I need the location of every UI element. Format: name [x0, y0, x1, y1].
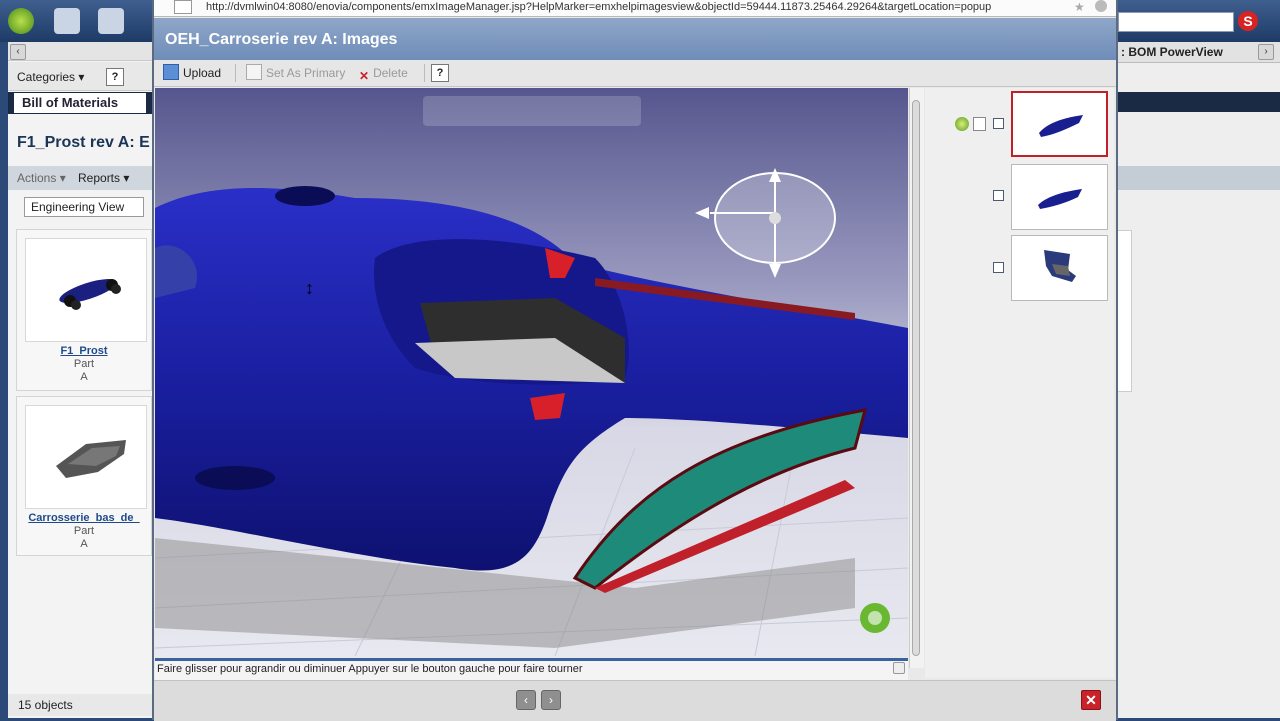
f1-body-top-view-icon: [1039, 115, 1083, 137]
app-logo-icon[interactable]: [8, 8, 34, 34]
scrollbar-thumb[interactable]: [912, 100, 920, 656]
page-title: F1_Prost rev A: E: [17, 134, 150, 151]
upload-button[interactable]: Upload: [163, 63, 221, 83]
set-as-primary-button[interactable]: Set As Primary: [246, 63, 345, 83]
delete-icon: ✕: [359, 69, 370, 83]
reports-menu[interactable]: Reports ▾: [78, 171, 129, 185]
part-thumbnail[interactable]: [25, 238, 147, 342]
part-revision: A: [80, 371, 88, 383]
add-image-icon[interactable]: [973, 117, 986, 131]
thumbnail-image[interactable]: [1011, 164, 1108, 230]
right-background-panel: [1116, 42, 1280, 718]
right-content-panel: [1116, 230, 1132, 392]
settings-icon[interactable]: [98, 8, 124, 34]
viewer-status-text: Faire glisser pour agrandir ou diminuer …: [157, 663, 583, 675]
url-text[interactable]: http://dvmlwin04:8080/enovia/components/…: [206, 1, 991, 13]
object-count: 15 objects: [8, 694, 154, 716]
previous-image-button[interactable]: ‹: [516, 690, 536, 710]
page-icon: [174, 0, 192, 14]
car-3d-model[interactable]: [155, 88, 908, 656]
forward-arrow-icon[interactable]: ›: [1258, 44, 1274, 60]
right-tab-row: [1116, 92, 1280, 112]
actions-menu[interactable]: Actions ▾: [17, 171, 66, 185]
next-image-button[interactable]: ›: [541, 690, 561, 710]
help-icon[interactable]: ?: [106, 68, 124, 86]
carrosserie-icon: [56, 440, 126, 478]
3d-viewer[interactable]: [155, 88, 908, 656]
toolbar-divider: [235, 64, 236, 82]
part-type: Part: [73, 525, 95, 537]
categories-menu[interactable]: Categories ▾: [17, 70, 84, 84]
delete-button[interactable]: ✕ Delete: [359, 63, 408, 83]
part-type: Part: [73, 358, 95, 370]
refresh-icon[interactable]: [1095, 0, 1107, 12]
thumbnail-checkbox[interactable]: [993, 262, 1004, 273]
part-name-link[interactable]: Carrosserie_bas_de_: [17, 512, 151, 524]
tools-icon[interactable]: [54, 8, 80, 34]
part-name-link[interactable]: F1_Prost: [17, 345, 151, 357]
resize-grip-icon[interactable]: [893, 662, 905, 674]
global-search-input[interactable]: [1118, 12, 1234, 32]
upload-icon: [163, 64, 179, 80]
toolbar-divider: [424, 64, 425, 82]
left-nav-bar: [8, 42, 154, 61]
help-icon[interactable]: ?: [431, 64, 449, 82]
thumbnail-checkbox[interactable]: [993, 118, 1004, 129]
f1-car-icon: [59, 279, 121, 310]
part-card[interactable]: F1_Prost Part A: [16, 229, 152, 391]
f1-body-side-view-icon: [1038, 189, 1082, 209]
primary-image-icon: [955, 117, 969, 131]
f1-part-view-icon: [1044, 250, 1076, 282]
view-select[interactable]: Engineering View: [24, 197, 144, 217]
part-revision: A: [80, 538, 88, 550]
search-brand-icon[interactable]: S: [1238, 11, 1258, 31]
thumbnail-image[interactable]: [1011, 235, 1108, 301]
part-card[interactable]: Carrosserie_bas_de_ Part A: [16, 396, 152, 556]
right-header-title: : BOM PowerView: [1121, 45, 1223, 59]
part-thumbnail[interactable]: [25, 405, 147, 509]
star-icon[interactable]: ★: [1074, 0, 1085, 14]
thumbnail-image[interactable]: [1011, 91, 1108, 157]
resize-cursor-icon: ↕: [305, 278, 314, 298]
back-arrow-icon[interactable]: ‹: [10, 44, 26, 60]
thumbnail-checkbox[interactable]: [993, 190, 1004, 201]
tab-bill-of-materials[interactable]: Bill of Materials: [14, 93, 146, 113]
right-actions-bar: [1116, 166, 1280, 190]
set-primary-icon: [246, 64, 262, 80]
popup-footer: [154, 680, 1116, 721]
popup-title: OEH_Carroserie rev A: Images: [165, 31, 398, 48]
close-button[interactable]: ✕: [1081, 690, 1101, 710]
